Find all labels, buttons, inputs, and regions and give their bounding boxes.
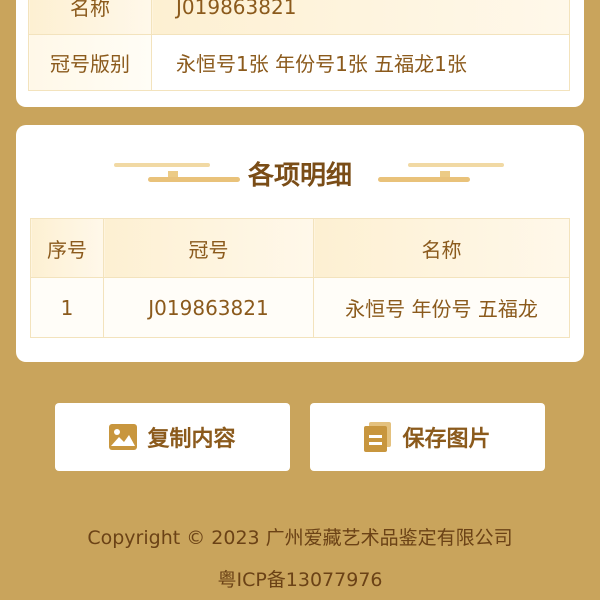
col-header-name: 名称: [313, 218, 570, 278]
save-image-button[interactable]: 保存图片: [310, 403, 545, 471]
table-row: 1 J019863821 永恒号 年份号 五福龙: [30, 277, 570, 338]
info-label-name: 名称: [28, 0, 152, 35]
cell-name: 永恒号 年份号 五福龙: [313, 277, 570, 338]
info-table: 名称 J019863821 冠号版别 永恒号1张 年份号1张 五福龙1张: [28, 0, 570, 91]
cell-index: 1: [30, 277, 104, 338]
details-header-row: 序号 冠号 名称: [30, 218, 570, 278]
cell-serial: J019863821: [103, 277, 314, 338]
copy-content-button[interactable]: 复制内容: [55, 403, 290, 471]
info-row-name: 名称 J019863821: [28, 0, 570, 35]
info-card: 名称 J019863821 冠号版别 永恒号1张 年份号1张 五福龙1张: [16, 0, 584, 107]
copyright-text: Copyright © 2023 广州爱藏艺术品鉴定有限公司: [87, 527, 513, 549]
info-value-version: 永恒号1张 年份号1张 五福龙1张: [151, 34, 570, 91]
save-image-label: 保存图片: [402, 427, 491, 452]
title-right-ornament: [378, 163, 504, 182]
details-table: 序号 冠号 名称 1 J019863821 永恒号 年份号 五福龙: [30, 218, 570, 338]
copy-content-label: 复制内容: [147, 427, 236, 452]
details-card: 各项明细 序号 冠号 名称 1 J019863821 永恒号 年份号 五福龙: [16, 125, 584, 362]
icp-license-text: 粤ICP备13077976: [217, 569, 383, 591]
col-header-serial: 冠号: [103, 218, 314, 278]
info-value-name: J019863821: [151, 0, 570, 35]
info-row-version: 冠号版别 永恒号1张 年份号1张 五福龙1张: [28, 34, 570, 91]
info-label-version: 冠号版别: [28, 34, 152, 91]
document-icon: [364, 422, 392, 452]
image-icon: [109, 424, 138, 450]
col-header-index: 序号: [30, 218, 104, 278]
